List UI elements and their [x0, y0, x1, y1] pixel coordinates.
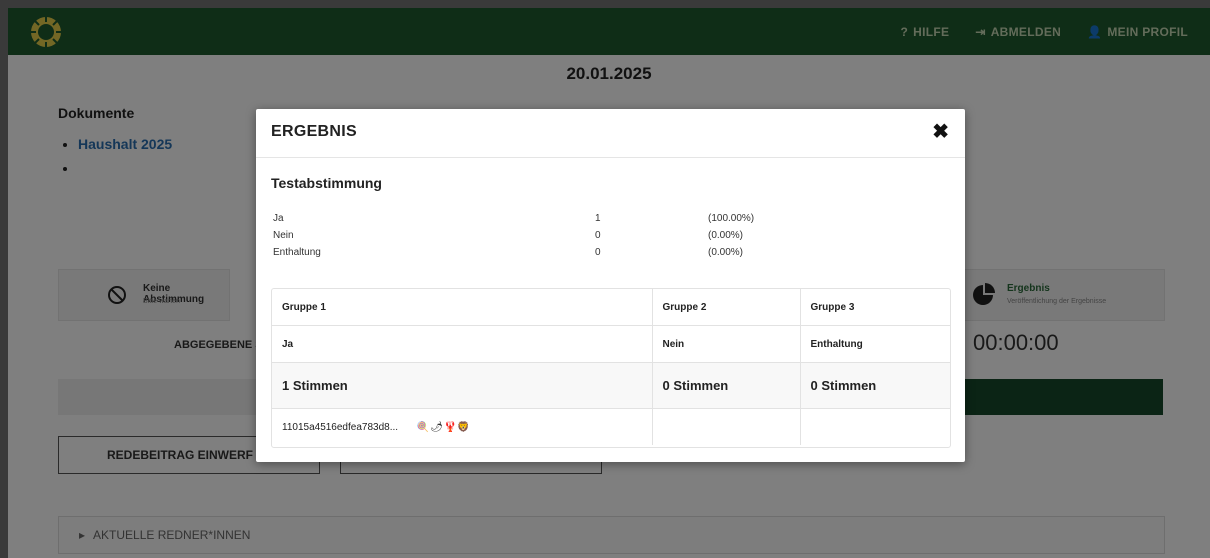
- total-cell: 1 Stimmen: [272, 362, 653, 409]
- option-cell: Enthaltung: [800, 325, 950, 363]
- result-count: 0: [595, 247, 601, 258]
- voter-emojis: 🍭🌶🦞🦁: [416, 421, 471, 433]
- result-row: Ja 1 (100.00%): [273, 213, 793, 230]
- table-row: Gruppe 1 Gruppe 2 Gruppe 3: [272, 289, 950, 326]
- empty-cell: [800, 409, 950, 446]
- table-row: Ja Nein Enthaltung: [272, 325, 950, 363]
- poll-title: Testabstimmung: [271, 175, 382, 191]
- empty-cell: [652, 408, 801, 445]
- table-row: 1 Stimmen 0 Stimmen 0 Stimmen: [272, 362, 950, 409]
- app-frame: ? HILFE ⇥ ABMELDEN 👤 MEIN PROFIL 20.01.2…: [8, 8, 1210, 558]
- result-row: Enthaltung 0 (0.00%): [273, 247, 793, 264]
- result-label: Nein: [273, 230, 294, 241]
- group-header: Gruppe 2: [652, 289, 801, 326]
- result-count: 1: [595, 213, 601, 224]
- table-row: 11015a4516edfea783d8... 🍭🌶🦞🦁: [272, 408, 950, 446]
- option-cell: Nein: [652, 325, 801, 363]
- modal-header: ERGEBNIS ✖: [256, 109, 965, 158]
- total-cell: 0 Stimmen: [652, 362, 801, 409]
- result-percent: (0.00%): [708, 247, 744, 258]
- result-percent: (100.00%): [708, 213, 755, 224]
- close-icon[interactable]: ✖: [932, 119, 949, 144]
- group-header: Gruppe 3: [800, 289, 950, 326]
- voter-cell: 11015a4516edfea783d8... 🍭🌶🦞🦁: [272, 408, 653, 445]
- modal-title: ERGEBNIS: [271, 123, 357, 140]
- results-summary: Ja 1 (100.00%) Nein 0 (0.00%) Enthaltung…: [273, 213, 793, 264]
- option-cell: Ja: [272, 325, 653, 363]
- total-cell: 0 Stimmen: [800, 362, 950, 409]
- group-header: Gruppe 1: [272, 289, 653, 326]
- result-label: Ja: [273, 213, 284, 224]
- result-row: Nein 0 (0.00%): [273, 230, 793, 247]
- vote-table: Gruppe 1 Gruppe 2 Gruppe 3 Ja Nein Entha…: [271, 288, 951, 448]
- result-count: 0: [595, 230, 601, 241]
- result-percent: (0.00%): [708, 230, 744, 241]
- result-label: Enthaltung: [273, 247, 321, 258]
- result-modal: ERGEBNIS ✖ Testabstimmung Ja 1 (100.00%)…: [256, 109, 965, 462]
- voter-hash: 11015a4516edfea783d8...: [282, 421, 399, 433]
